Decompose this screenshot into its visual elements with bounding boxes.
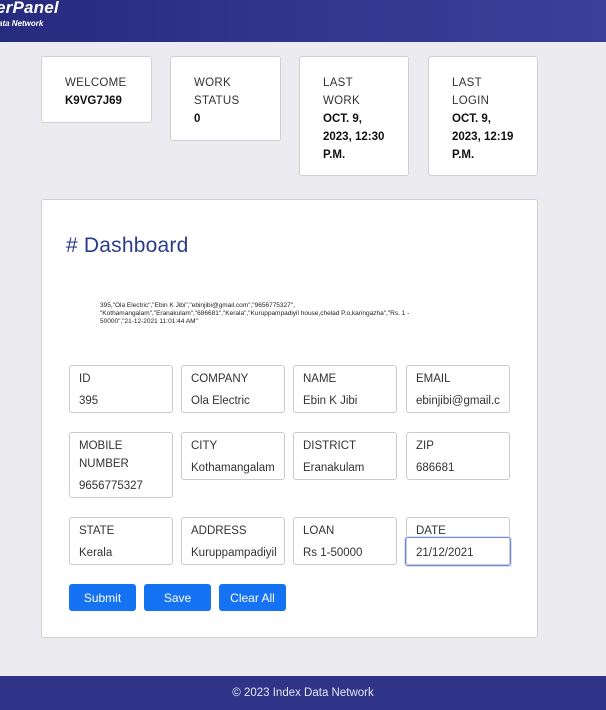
id-field[interactable]: ID 395 xyxy=(69,365,173,413)
company-label: COMPANY xyxy=(191,373,249,385)
footer-copyright: © 2023 Index Data Network xyxy=(232,687,374,699)
last-login-label: LAST LOGIN xyxy=(452,77,490,107)
clear-all-button[interactable]: Clear All xyxy=(219,584,286,611)
address-label: ADDRESS xyxy=(191,525,247,537)
email-value: ebinjibi@gmail.c xyxy=(416,395,500,407)
state-label: STATE xyxy=(79,525,115,537)
page-title: # Dashboard xyxy=(66,234,189,257)
district-label: DISTRICT xyxy=(303,440,357,452)
work-status-card: WORK STATUS 0 xyxy=(170,56,281,141)
last-work-label: LAST WORK xyxy=(323,77,360,107)
city-label: CITY xyxy=(191,440,218,452)
date-input-focus-ring[interactable] xyxy=(405,537,511,566)
loan-field[interactable]: LOAN Rs 1-50000 xyxy=(293,517,397,565)
last-login-card: LAST LOGIN OCT. 9, 2023, 12:19 P.M. xyxy=(428,56,538,176)
raw-record-text: 395,"Ola Electric","Ebin K Jibi","ebinji… xyxy=(100,302,410,325)
welcome-label: WELCOME xyxy=(65,77,127,89)
district-value: Eranakulam xyxy=(303,462,365,474)
footer: © 2023 Index Data Network xyxy=(0,676,606,710)
user-code: K9VG7J69 xyxy=(65,95,122,107)
loan-label: LOAN xyxy=(303,525,335,537)
brand-subtitle: ata Network xyxy=(0,19,44,28)
company-value: Ola Electric xyxy=(191,395,250,407)
submit-button[interactable]: Submit xyxy=(69,584,136,611)
mobile-number-value: 9656775327 xyxy=(79,480,143,492)
city-value: Kothamangalam xyxy=(191,462,275,474)
brand-title[interactable]: erPanel xyxy=(0,0,59,18)
zip-field[interactable]: ZIP 686681 xyxy=(406,432,510,480)
state-field[interactable]: STATE Kerala xyxy=(69,517,173,565)
city-field[interactable]: CITY Kothamangalam xyxy=(181,432,285,480)
company-field[interactable]: COMPANY Ola Electric xyxy=(181,365,285,413)
last-work-card: LAST WORK OCT. 9, 2023, 12:30 P.M. xyxy=(299,56,409,176)
name-field[interactable]: NAME Ebin K Jibi xyxy=(293,365,397,413)
email-field[interactable]: EMAIL ebinjibi@gmail.c xyxy=(406,365,510,413)
mobile-number-label: MOBILE NUMBER xyxy=(79,440,129,470)
email-label: EMAIL xyxy=(416,373,451,385)
save-button[interactable]: Save xyxy=(144,584,211,611)
address-value: Kuruppampadiyil xyxy=(191,547,277,559)
top-navbar: erPanel ata Network xyxy=(0,0,606,42)
welcome-card: WELCOME K9VG7J69 xyxy=(41,56,152,123)
loan-value: Rs 1-50000 xyxy=(303,547,363,559)
id-label: ID xyxy=(79,373,91,385)
last-work-value: OCT. 9, 2023, 12:30 P.M. xyxy=(323,113,385,161)
name-value: Ebin K Jibi xyxy=(303,395,358,407)
state-value: Kerala xyxy=(79,547,113,559)
district-field[interactable]: DISTRICT Eranakulam xyxy=(293,432,397,480)
last-login-value: OCT. 9, 2023, 12:19 P.M. xyxy=(452,113,514,161)
name-label: NAME xyxy=(303,373,337,385)
mobile-number-field[interactable]: MOBILE NUMBER 9656775327 xyxy=(69,432,173,498)
work-status-label: WORK STATUS xyxy=(194,77,240,107)
zip-value: 686681 xyxy=(416,462,455,474)
dashboard-panel: # Dashboard 395,"Ola Electric","Ebin K J… xyxy=(41,199,538,638)
zip-label: ZIP xyxy=(416,440,434,452)
work-status-value: 0 xyxy=(194,113,201,125)
id-value: 395 xyxy=(79,395,99,407)
address-field[interactable]: ADDRESS Kuruppampadiyil xyxy=(181,517,285,565)
